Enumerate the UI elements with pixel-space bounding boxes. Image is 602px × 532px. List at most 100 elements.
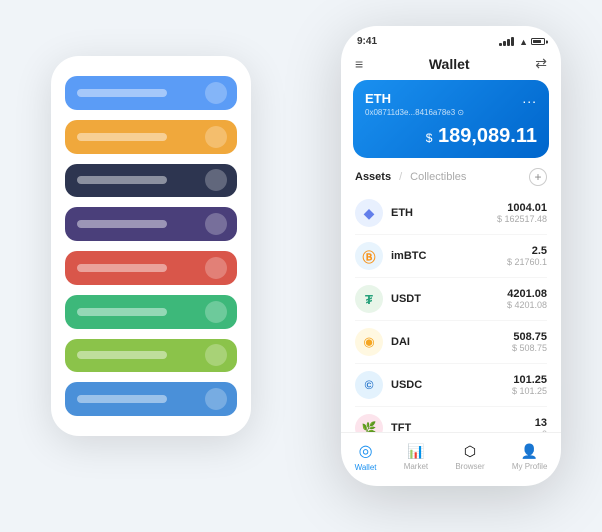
wallet-nav-icon: ◎ bbox=[359, 441, 373, 461]
battery-icon bbox=[531, 38, 545, 45]
market-nav-icon: 📊 bbox=[407, 443, 424, 460]
usdc-amount: 101.25 bbox=[512, 374, 547, 386]
market-nav-label: Market bbox=[404, 462, 428, 471]
usdc-asset-icon: © bbox=[355, 371, 383, 399]
status-time: 9:41 bbox=[357, 36, 377, 47]
wallet-card-6-icon bbox=[205, 301, 227, 323]
dai-asset-icon: ◉ bbox=[355, 328, 383, 356]
tab-assets[interactable]: Assets bbox=[355, 171, 391, 183]
scene: 9:41 ▲ ≡ Wallet ⇄ ETH bbox=[21, 16, 581, 516]
main-phone: 9:41 ▲ ≡ Wallet ⇄ ETH bbox=[341, 26, 561, 486]
bottom-nav: ◎ Wallet 📊 Market ⬡ Browser 👤 My Profile bbox=[341, 432, 561, 486]
qr-icon[interactable]: ⇄ bbox=[535, 55, 547, 72]
top-nav: ≡ Wallet ⇄ bbox=[341, 51, 561, 80]
tab-divider: / bbox=[399, 171, 402, 183]
nav-profile[interactable]: 👤 My Profile bbox=[512, 443, 548, 471]
imbtc-amount: 2.5 bbox=[507, 245, 547, 257]
usdc-asset-name: USDC bbox=[391, 379, 512, 391]
wallet-card-8[interactable] bbox=[65, 382, 237, 416]
usdt-asset-amounts: 4201.08 $ 4201.08 bbox=[507, 288, 547, 310]
tft-asset-amounts: 13 0 bbox=[535, 417, 547, 432]
eth-balance: $ 189,089.11 bbox=[365, 125, 537, 148]
asset-list: ◆ ETH 1004.01 $ 162517.48 Ⓑ imBTC 2.5 $ … bbox=[341, 192, 561, 432]
wifi-icon: ▲ bbox=[519, 37, 528, 47]
dai-amount: 508.75 bbox=[512, 331, 547, 343]
assets-tabs: Assets / Collectibles bbox=[355, 171, 466, 183]
status-bar: 9:41 ▲ bbox=[341, 26, 561, 51]
usdt-fiat: $ 4201.08 bbox=[507, 300, 547, 310]
wallet-card-3[interactable] bbox=[65, 164, 237, 198]
usdc-fiat: $ 101.25 bbox=[512, 386, 547, 396]
imbtc-asset-amounts: 2.5 $ 21760.1 bbox=[507, 245, 547, 267]
imbtc-fiat: $ 21760.1 bbox=[507, 257, 547, 267]
eth-card-menu[interactable]: ... bbox=[522, 90, 537, 106]
wallet-card-7[interactable] bbox=[65, 339, 237, 373]
usdt-asset-name: USDT bbox=[391, 293, 507, 305]
signal-icon bbox=[499, 38, 514, 46]
wallet-card-2-icon bbox=[205, 126, 227, 148]
wallet-card-1[interactable] bbox=[65, 76, 237, 110]
eth-amount: 1004.01 bbox=[497, 202, 547, 214]
usdt-asset-icon: ₮ bbox=[355, 285, 383, 313]
wallet-nav-label: Wallet bbox=[355, 463, 377, 472]
wallet-card-2[interactable] bbox=[65, 120, 237, 154]
assets-header: Assets / Collectibles + bbox=[341, 168, 561, 192]
eth-balance-symbol: $ bbox=[426, 131, 433, 145]
tft-amount: 13 bbox=[535, 417, 547, 429]
add-asset-button[interactable]: + bbox=[529, 168, 547, 186]
eth-address: 0x08711d3e...8416a78e3 ⊙ bbox=[365, 108, 537, 117]
wallet-card-8-icon bbox=[205, 388, 227, 410]
wallet-card-1-icon bbox=[205, 82, 227, 104]
tft-asset-name: TFT bbox=[391, 422, 535, 432]
tft-asset-icon: 🌿 bbox=[355, 414, 383, 432]
wallet-card-5-label bbox=[77, 264, 167, 272]
asset-item-eth[interactable]: ◆ ETH 1004.01 $ 162517.48 bbox=[355, 192, 547, 235]
dai-fiat: $ 508.75 bbox=[512, 343, 547, 353]
eth-card-label: ETH bbox=[365, 91, 391, 106]
eth-asset-icon: ◆ bbox=[355, 199, 383, 227]
wallet-card-6[interactable] bbox=[65, 295, 237, 329]
wallet-card-5[interactable] bbox=[65, 251, 237, 285]
eth-asset-name: ETH bbox=[391, 207, 497, 219]
eth-asset-amounts: 1004.01 $ 162517.48 bbox=[497, 202, 547, 224]
usdt-amount: 4201.08 bbox=[507, 288, 547, 300]
eth-fiat: $ 162517.48 bbox=[497, 214, 547, 224]
asset-item-usdt[interactable]: ₮ USDT 4201.08 $ 4201.08 bbox=[355, 278, 547, 321]
nav-market[interactable]: 📊 Market bbox=[404, 443, 428, 471]
browser-nav-label: Browser bbox=[455, 462, 484, 471]
asset-item-tft[interactable]: 🌿 TFT 13 0 bbox=[355, 407, 547, 432]
browser-nav-icon: ⬡ bbox=[464, 443, 476, 460]
menu-icon[interactable]: ≡ bbox=[355, 56, 363, 72]
eth-balance-value: 189,089.11 bbox=[438, 125, 537, 147]
wallet-card-7-icon bbox=[205, 344, 227, 366]
asset-item-usdc[interactable]: © USDC 101.25 $ 101.25 bbox=[355, 364, 547, 407]
imbtc-asset-icon: Ⓑ bbox=[355, 242, 383, 270]
wallet-card-4[interactable] bbox=[65, 207, 237, 241]
bg-phone bbox=[51, 56, 251, 436]
wallet-card-3-label bbox=[77, 176, 167, 184]
wallet-card-2-label bbox=[77, 133, 167, 141]
wallet-card-8-label bbox=[77, 395, 167, 403]
usdc-asset-amounts: 101.25 $ 101.25 bbox=[512, 374, 547, 396]
eth-card-header: ETH ... bbox=[365, 90, 537, 106]
status-icons: ▲ bbox=[499, 37, 545, 47]
dai-asset-amounts: 508.75 $ 508.75 bbox=[512, 331, 547, 353]
nav-browser[interactable]: ⬡ Browser bbox=[455, 443, 484, 471]
tab-collectibles[interactable]: Collectibles bbox=[410, 171, 466, 183]
profile-nav-label: My Profile bbox=[512, 462, 548, 471]
wallet-card-1-label bbox=[77, 89, 167, 97]
wallet-card-7-label bbox=[77, 351, 167, 359]
wallet-card-3-icon bbox=[205, 169, 227, 191]
wallet-card-4-icon bbox=[205, 213, 227, 235]
imbtc-asset-name: imBTC bbox=[391, 250, 507, 262]
eth-card[interactable]: ETH ... 0x08711d3e...8416a78e3 ⊙ $ 189,0… bbox=[353, 80, 549, 158]
wallet-card-4-label bbox=[77, 220, 167, 228]
wallet-card-6-label bbox=[77, 308, 167, 316]
page-title: Wallet bbox=[429, 56, 470, 72]
nav-wallet[interactable]: ◎ Wallet bbox=[355, 441, 377, 472]
wallet-card-5-icon bbox=[205, 257, 227, 279]
asset-item-imbtc[interactable]: Ⓑ imBTC 2.5 $ 21760.1 bbox=[355, 235, 547, 278]
profile-nav-icon: 👤 bbox=[521, 443, 538, 460]
dai-asset-name: DAI bbox=[391, 336, 512, 348]
asset-item-dai[interactable]: ◉ DAI 508.75 $ 508.75 bbox=[355, 321, 547, 364]
